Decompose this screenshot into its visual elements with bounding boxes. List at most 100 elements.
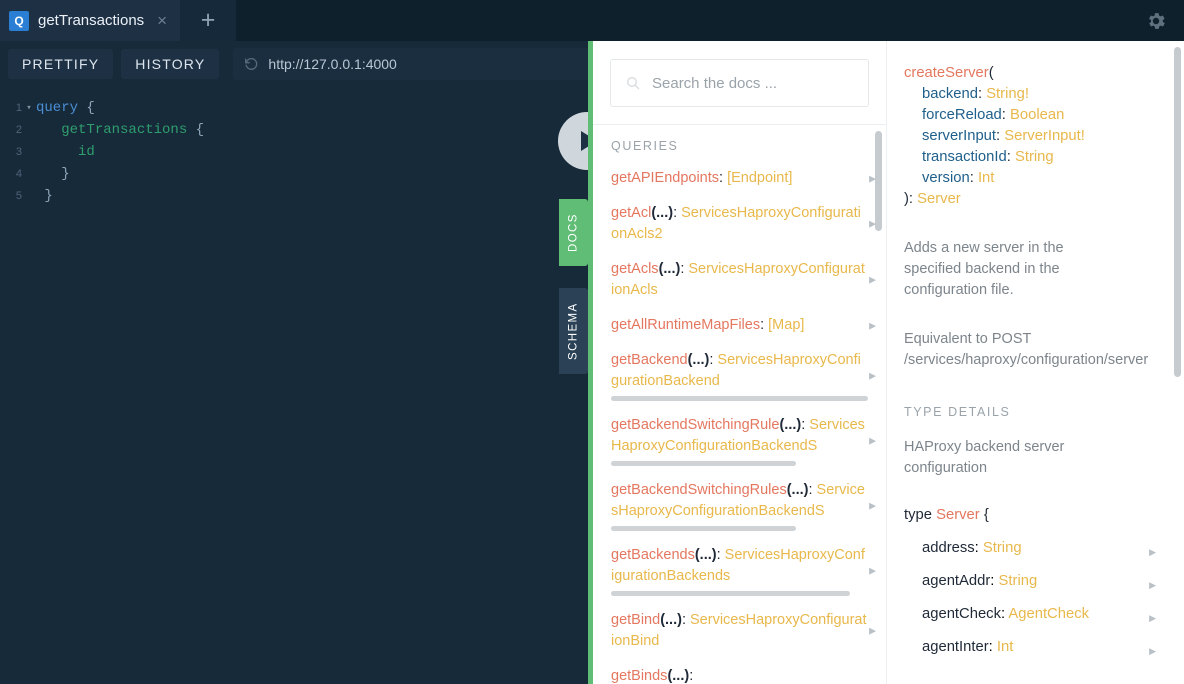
list-item[interactable]: getBackends(...): ServicesHaproxyConfigu… — [611, 545, 876, 596]
query-editor[interactable]: 1 ▾ query { 2 getTransactions { 3 id 4 }… — [0, 87, 596, 684]
tab-docs[interactable]: DOCS — [559, 199, 588, 266]
horizontal-scrollbar[interactable] — [611, 591, 850, 596]
search-input[interactable]: Search the docs ... — [610, 59, 869, 107]
code-text: } — [36, 166, 70, 182]
list-item[interactable]: getBackendSwitchingRule(...): ServicesHa… — [611, 415, 876, 466]
search-placeholder: Search the docs ... — [652, 74, 778, 92]
query-name: getBackendSwitchingRules — [611, 482, 787, 498]
code-text: query { — [36, 100, 95, 116]
signature-function-name: createServer — [904, 65, 989, 81]
chevron-right-icon[interactable]: ▶ — [869, 370, 876, 381]
code-text: getTransactions { — [61, 122, 205, 138]
type-details-panel[interactable]: createServer( backend: String! forceRelo… — [886, 41, 1184, 684]
type-field-type: AgentCheck — [1008, 606, 1090, 622]
list-item[interactable]: getBinds(...): — [611, 666, 868, 684]
type-field-type: String — [982, 540, 1022, 556]
query-args: (...) — [779, 417, 802, 433]
query-signature: getAcl(...): ServicesHaproxyConfiguratio… — [611, 205, 861, 242]
query-signature: getBackend(...): ServicesHaproxyConfigur… — [611, 352, 861, 389]
arg-name: version — [922, 170, 970, 186]
type-field-row[interactable]: agentCheck: AgentCheck ▶ — [904, 604, 1162, 625]
query-args: (...) — [786, 482, 809, 498]
type-open-brace: { — [983, 507, 989, 523]
list-item[interactable]: getAcl(...): ServicesHaproxyConfiguratio… — [611, 203, 876, 245]
arg-type: String! — [986, 86, 1029, 102]
arg-name: transactionId — [922, 149, 1007, 165]
signature-arg: transactionId: String — [922, 149, 1054, 165]
chevron-right-icon[interactable]: ▶ — [1149, 542, 1156, 563]
query-name: getAcls — [611, 261, 659, 277]
arg-name: serverInput — [922, 128, 997, 144]
type-panel-scrollbar[interactable] — [1174, 47, 1181, 377]
chevron-right-icon[interactable]: ▶ — [869, 219, 876, 230]
horizontal-scrollbar[interactable] — [611, 526, 797, 531]
query-signature: getBinds(...): — [611, 668, 694, 684]
gear-icon[interactable] — [1145, 10, 1167, 32]
chevron-right-icon[interactable]: ▶ — [869, 565, 876, 576]
docs-search-wrapper: Search the docs ... — [593, 41, 886, 125]
type-field-type: String — [998, 573, 1038, 589]
new-tab-button[interactable]: + — [180, 0, 237, 41]
arg-type: Int — [977, 170, 995, 186]
query-signature: getAcls(...): ServicesHaproxyConfigurati… — [611, 261, 865, 298]
type-field-row[interactable]: agentAddr: String ▶ — [904, 571, 1162, 592]
query-signature: getBackends(...): ServicesHaproxyConfigu… — [611, 547, 865, 584]
chevron-right-icon[interactable]: ▶ — [1149, 575, 1156, 596]
chevron-right-icon[interactable]: ▶ — [869, 275, 876, 286]
signature-arg: backend: String! — [922, 86, 1029, 102]
list-item[interactable]: getAcls(...): ServicesHaproxyConfigurati… — [611, 259, 876, 301]
type-field-name: agentCheck — [922, 606, 1001, 622]
query-signature: getAllRuntimeMapFiles: [Map] — [611, 317, 805, 333]
list-item[interactable]: getBind(...): ServicesHaproxyConfigurati… — [611, 610, 876, 652]
chevron-right-icon[interactable]: ▶ — [1149, 641, 1156, 662]
graphql-playground-window: Q getTransactions × + PRETTIFY HISTORY h… — [0, 0, 1184, 684]
query-type: [Endpoint] — [727, 170, 793, 186]
reload-icon[interactable] — [243, 56, 259, 72]
query-type-badge: Q — [9, 10, 29, 31]
field-description-endpoint: /services/haproxy/configuration/server — [904, 352, 1149, 368]
list-item[interactable]: getBackend(...): ServicesHaproxyConfigur… — [611, 350, 876, 401]
type-description: HAProxy backend server configuration — [904, 439, 1065, 476]
list-item[interactable]: getBackendSwitchingRules(...): ServicesH… — [611, 480, 876, 531]
field-description: Adds a new server in the specified backe… — [904, 240, 1064, 298]
line-number: 4 — [15, 168, 22, 180]
chevron-right-icon[interactable]: ▶ — [869, 173, 876, 184]
arg-name: forceReload — [922, 107, 1002, 123]
chevron-right-icon[interactable]: ▶ — [1149, 608, 1156, 629]
line-number: 2 — [15, 124, 22, 136]
code-line: 5 } — [0, 185, 596, 207]
tab-schema[interactable]: SCHEMA — [559, 288, 588, 374]
type-field-row[interactable]: agentInter: Int ▶ — [904, 637, 1162, 658]
code-line: 2 getTransactions { — [0, 119, 596, 141]
arg-name: backend — [922, 86, 978, 102]
chevron-right-icon[interactable]: ▶ — [869, 320, 876, 331]
type-field-name: agentAddr — [922, 573, 991, 589]
query-signature: getBackendSwitchingRules(...): ServicesH… — [611, 482, 865, 519]
tab-getTransactions[interactable]: Q getTransactions × — [0, 0, 181, 41]
close-icon[interactable]: × — [157, 12, 167, 29]
query-signature: getBackendSwitchingRule(...): ServicesHa… — [611, 417, 865, 454]
chevron-right-icon[interactable]: ▶ — [869, 626, 876, 637]
horizontal-scrollbar[interactable] — [611, 396, 868, 401]
type-field-row[interactable]: address: String ▶ — [904, 538, 1162, 559]
docs-side-tabs: DOCS SCHEMA — [559, 199, 588, 374]
signature-arg: serverInput: ServerInput! — [922, 128, 1085, 144]
chevron-right-icon[interactable]: ▶ — [869, 500, 876, 511]
tab-label: getTransactions — [38, 12, 145, 29]
horizontal-scrollbar[interactable] — [611, 461, 797, 466]
fold-arrow-icon[interactable]: ▾ — [22, 97, 36, 119]
queries-list[interactable]: QUERIES getAPIEndpoints: [Endpoint] ▶ ge… — [593, 125, 886, 684]
chevron-right-icon[interactable]: ▶ — [869, 435, 876, 446]
arg-type: String — [1014, 149, 1054, 165]
list-item[interactable]: getAllRuntimeMapFiles: [Map] ▶ — [611, 315, 876, 336]
list-item[interactable]: getAPIEndpoints: [Endpoint] ▶ — [611, 168, 876, 189]
query-args: (...) — [658, 261, 681, 277]
tab-bar: Q getTransactions × + — [0, 0, 1184, 41]
history-button[interactable]: HISTORY — [121, 49, 220, 79]
queries-section-header: QUERIES — [611, 139, 679, 153]
signature-return: ): Server — [904, 189, 1162, 210]
return-type: Server — [917, 191, 961, 207]
query-args: (...) — [694, 547, 717, 563]
query-name: getBackendSwitchingRule — [611, 417, 780, 433]
prettify-button[interactable]: PRETTIFY — [8, 49, 114, 79]
